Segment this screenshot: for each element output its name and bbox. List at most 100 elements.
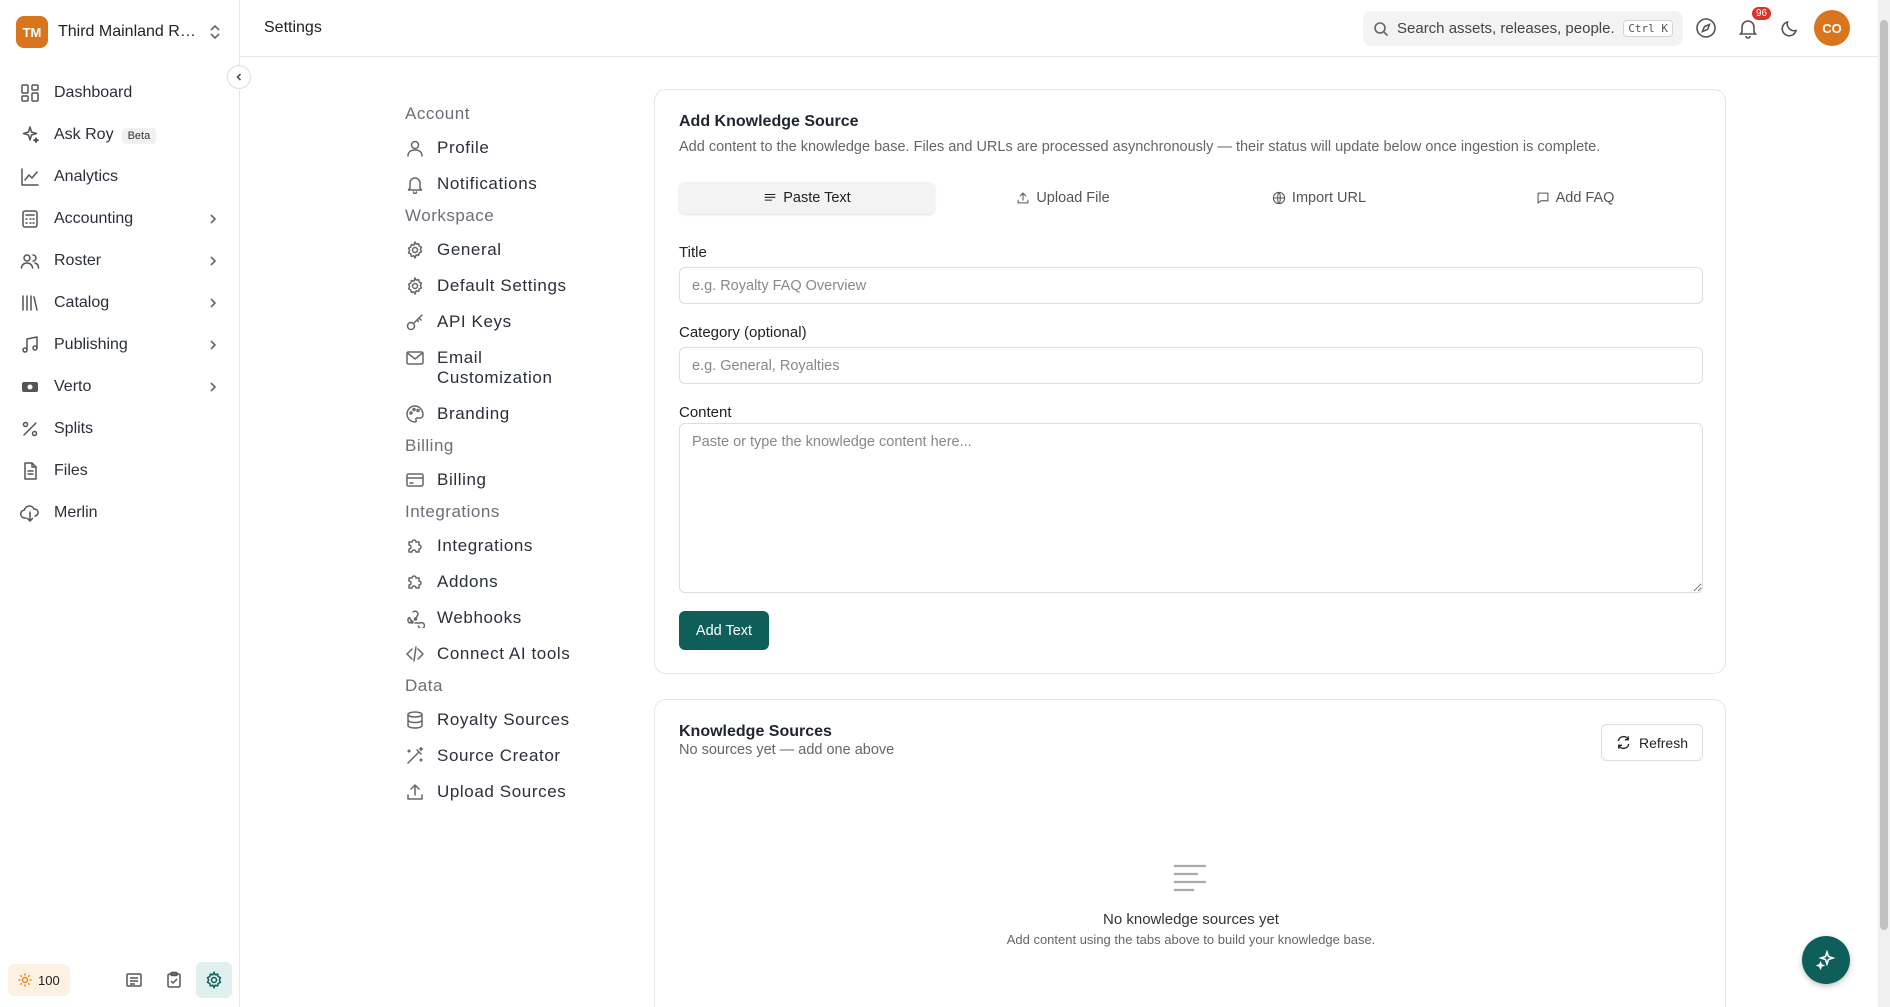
sidebar-item-label: Catalog [54,294,206,312]
sidebar-item-label: Publishing [54,336,206,354]
sidebar-item-text: Files [54,462,88,479]
app-root: TM Third Mainland Rec... Dashboard Ask Ro… [0,0,1890,1007]
upload-icon [1016,191,1030,205]
settings-item-integrations[interactable]: Integrations [405,528,615,564]
sidebar-item-publishing[interactable]: Publishing [10,324,230,366]
settings-group-workspace: Workspace [405,206,495,225]
settings-item-label: Source Creator [437,746,561,765]
users-icon [20,251,40,271]
title-input[interactable] [679,267,1703,304]
user-icon [405,138,425,158]
sidebar-item-text: Splits [54,420,94,437]
mail-icon [405,348,425,368]
settings-item-label: General [437,240,502,259]
settings-item-connect-ai-tools[interactable]: Connect AI tools [405,636,615,672]
tab-add-faq[interactable]: Add FAQ [1447,182,1703,214]
gear-icon [405,276,425,296]
settings-item-addons[interactable]: Addons [405,564,615,600]
page-scrollbar[interactable] [1878,0,1890,1007]
knowledge-sources-card: Knowledge Sources No sources yet — add o… [654,699,1726,1007]
sidebar-item-catalog[interactable]: Catalog [10,282,230,324]
add-text-button[interactable]: Add Text [679,611,769,650]
sidebar-item-label: Dashboard [54,84,220,102]
sidebar-item-label: Verto [54,378,206,396]
moon-icon[interactable] [1779,17,1801,39]
settings-item-webhooks[interactable]: Webhooks [405,600,615,636]
sidebar-item-label: Analytics [54,168,220,186]
sidebar-item-label: Splits [54,420,220,438]
settings-gear-icon[interactable] [196,962,232,998]
settings-item-label: Royalty Sources [437,710,570,729]
settings-item-api-keys[interactable]: API Keys [405,304,615,340]
sidebar-item-merlin[interactable]: Merlin [10,492,230,534]
tab-upload-file[interactable]: Upload File [935,182,1191,214]
library-icon [20,293,40,313]
settings-item-label: Integrations [437,536,534,555]
settings-item-royalty-sources[interactable]: Royalty Sources [405,702,615,738]
refresh-button[interactable]: Refresh [1601,724,1703,761]
settings-item-email-customization[interactable]: Email Customization [405,340,615,396]
chevron-right-icon [206,338,220,352]
content-textarea[interactable] [679,423,1703,593]
content-label: Content [679,404,732,421]
refresh-icon [1616,735,1631,750]
settings-item-default-settings[interactable]: Default Settings [405,268,615,304]
ai-assistant-button[interactable] [1802,936,1850,984]
source-type-tabs: Paste Text Upload File Import URL Add FAQ [679,182,1703,214]
sidebar-item-text: Verto [54,378,92,395]
sidebar-item-label: Files [54,462,220,480]
sidebar-item-dashboard[interactable]: Dashboard [10,72,230,114]
settings-item-label: Profile [437,138,490,157]
settings-item-label: API Keys [437,312,512,331]
category-label: Category (optional) [679,324,807,341]
add-knowledge-source-card: Add Knowledge Source Add content to the … [654,89,1726,674]
bell-icon[interactable] [1737,17,1759,39]
code-icon [405,644,425,664]
sidebar-item-ask-roy[interactable]: Ask Roy Beta [10,114,230,156]
credits-badge[interactable]: 100 [8,964,70,996]
sidebar-item-label: Merlin [54,504,220,522]
sidebar-item-verto[interactable]: Verto [10,366,230,408]
palette-icon [405,404,425,424]
settings-item-billing[interactable]: Billing [405,462,615,498]
category-input[interactable] [679,347,1703,384]
tab-label: Add FAQ [1555,190,1615,206]
sidebar-item-text: Catalog [54,294,110,311]
global-search[interactable]: Search assets, releases, people... Ctrl … [1363,11,1683,46]
clipboard-check-icon[interactable] [156,962,192,998]
settings-item-source-creator[interactable]: Source Creator [405,738,615,774]
search-input[interactable]: Search assets, releases, people... [1397,20,1615,37]
sidebar-item-analytics[interactable]: Analytics [10,156,230,198]
sidebar-item-accounting[interactable]: Accounting [10,198,230,240]
scrollbar-thumb[interactable] [1880,20,1888,930]
sidebar-item-files[interactable]: Files [10,450,230,492]
wand-icon [405,746,425,766]
settings-item-branding[interactable]: Branding [405,396,615,432]
settings-item-label: Upload Sources [437,782,567,801]
settings-item-notifications[interactable]: Notifications [405,166,615,202]
upload-icon [405,782,425,802]
sidebar-item-splits[interactable]: Splits [10,408,230,450]
sidebar-item-label: Ask Roy Beta [54,126,220,144]
user-avatar[interactable]: CO [1814,10,1850,46]
settings-item-profile[interactable]: Profile [405,130,615,166]
empty-text-icon [1172,860,1208,896]
collapse-sidebar-button[interactable] [227,65,251,89]
compass-icon[interactable] [1695,17,1717,39]
ledger-icon[interactable] [116,962,152,998]
sparkle-icon [20,125,40,145]
settings-item-general[interactable]: General [405,232,615,268]
key-icon [405,312,425,332]
search-shortcut: Ctrl K [1623,20,1673,37]
bell-icon [405,174,425,194]
sidebar-item-roster[interactable]: Roster [10,240,230,282]
chevron-right-icon [206,296,220,310]
settings-nav: Account Profile Notifications Workspace Gene… [405,100,615,980]
percent-icon [20,419,40,439]
tab-paste-text[interactable]: Paste Text [679,182,935,214]
settings-item-upload-sources[interactable]: Upload Sources [405,774,615,810]
org-switcher[interactable]: TM Third Mainland Rec... [16,16,226,48]
refresh-label: Refresh [1638,734,1689,751]
tab-import-url[interactable]: Import URL [1191,182,1447,214]
notification-count-badge: 96 [1752,7,1772,20]
